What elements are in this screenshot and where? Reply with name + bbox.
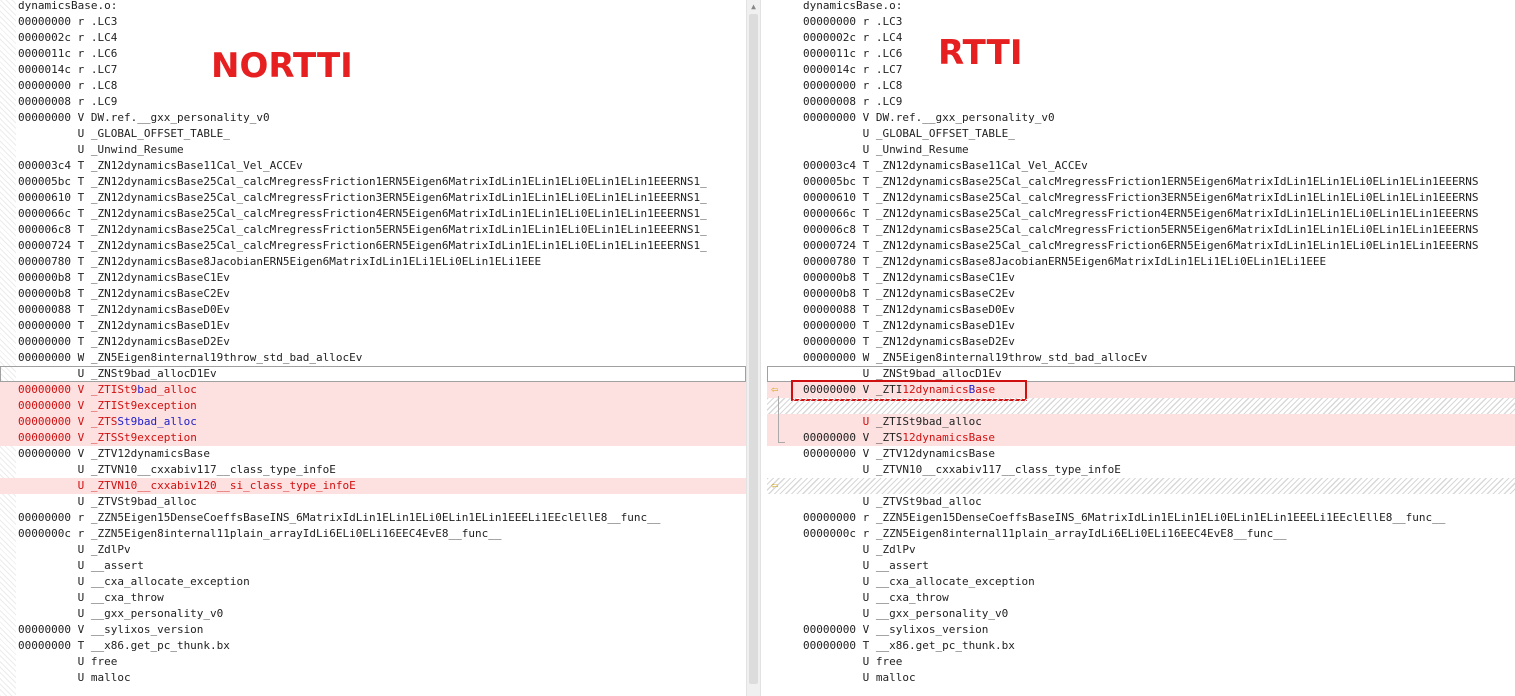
diff-connector-end <box>778 442 785 443</box>
scrollbar-thumb[interactable] <box>749 14 758 684</box>
symbol-line[interactable]: 00000000 V _ZTSSt9bad_alloc <box>0 414 746 430</box>
symbol-line[interactable]: U __gxx_personality_v0 <box>0 606 746 622</box>
symbol-line[interactable]: 00000000 r _ZZN5Eigen15DenseCoeffsBaseIN… <box>0 510 746 526</box>
symbol-line[interactable]: U __cxa_throw <box>0 590 746 606</box>
symbol-line[interactable]: 00000000 V DW.ref.__gxx_personality_v0 <box>767 110 1515 126</box>
symbol-line[interactable]: 00000088 T _ZN12dynamicsBaseD0Ev <box>767 302 1515 318</box>
symbol-line[interactable]: 00000000 r .LC3 <box>0 14 746 30</box>
symbol-line[interactable]: 00000008 r .LC9 <box>767 94 1515 110</box>
symbol-line[interactable]: U _Unwind_Resume <box>767 142 1515 158</box>
symbol-line[interactable]: 000000b8 T _ZN12dynamicsBaseC2Ev <box>767 286 1515 302</box>
symbol-line[interactable]: U _ZTVSt9bad_alloc <box>0 494 746 510</box>
left-vertical-scrollbar[interactable]: ▲ <box>746 0 761 696</box>
symbol-line[interactable]: 00000000 V _ZTISt9bad_alloc <box>0 382 746 398</box>
symbol-line[interactable]: dynamicsBase.o: <box>0 0 746 14</box>
symbol-line[interactable]: 0000002c r .LC4 <box>767 30 1515 46</box>
symbol-line[interactable]: 00000000 V DW.ref.__gxx_personality_v0 <box>0 110 746 126</box>
symbol-line[interactable]: 00000000 r .LC3 <box>767 14 1515 30</box>
symbol-line[interactable]: 00000724 T _ZN12dynamicsBase25Cal_calcMr… <box>767 238 1515 254</box>
symbol-line[interactable]: U _ZTVN10__cxxabiv117__class_type_infoE <box>0 462 746 478</box>
symbol-line[interactable]: U _ZTVN10__cxxabiv120__si_class_type_inf… <box>0 478 746 494</box>
nortti-label: NORTTI <box>211 46 353 86</box>
left-arrow-icon[interactable]: ⇦ <box>771 479 785 491</box>
symbol-line[interactable]: 00000088 T _ZN12dynamicsBaseD0Ev <box>0 302 746 318</box>
filler-line[interactable] <box>767 398 1515 414</box>
symbol-line[interactable]: 00000000 T _ZN12dynamicsBaseD2Ev <box>767 334 1515 350</box>
symbol-line[interactable]: 0000011c r .LC6 <box>767 46 1515 62</box>
symbol-line[interactable]: 00000000 T _ZN12dynamicsBaseD2Ev <box>0 334 746 350</box>
symbol-line[interactable]: U _GLOBAL_OFFSET_TABLE_ <box>767 126 1515 142</box>
symbol-line[interactable]: 00000000 T _ZN12dynamicsBaseD1Ev <box>0 318 746 334</box>
symbol-line[interactable]: 000005bc T _ZN12dynamicsBase25Cal_calcMr… <box>767 174 1515 190</box>
symbol-line[interactable]: 0000000c r _ZZN5Eigen8internal11plain_ar… <box>767 526 1515 542</box>
symbol-line[interactable]: 00000780 T _ZN12dynamicsBase8JacobianERN… <box>767 254 1515 270</box>
symbol-line[interactable]: U _ZdlPv <box>767 542 1515 558</box>
symbol-line[interactable]: U malloc <box>0 670 746 686</box>
symbol-line[interactable]: 0000002c r .LC4 <box>0 30 746 46</box>
symbol-line[interactable]: 00000724 T _ZN12dynamicsBase25Cal_calcMr… <box>0 238 746 254</box>
symbol-line[interactable]: 00000000 W _ZN5Eigen8internal19throw_std… <box>0 350 746 366</box>
symbol-line[interactable]: 00000000 V _ZTSSt9exception <box>0 430 746 446</box>
symbol-line[interactable]: U free <box>767 654 1515 670</box>
symbol-line[interactable]: 0000066c T _ZN12dynamicsBase25Cal_calcMr… <box>767 206 1515 222</box>
symbol-line[interactable]: U _ZTVSt9bad_alloc <box>767 494 1515 510</box>
symbol-line[interactable]: U __gxx_personality_v0 <box>767 606 1515 622</box>
symbol-line[interactable]: 0000014c r .LC7 <box>0 62 746 78</box>
symbol-line[interactable]: 000000b8 T _ZN12dynamicsBaseC1Ev <box>0 270 746 286</box>
symbol-line[interactable]: 00000000 T _ZN12dynamicsBaseD1Ev <box>767 318 1515 334</box>
symbol-line[interactable]: 00000610 T _ZN12dynamicsBase25Cal_calcMr… <box>767 190 1515 206</box>
symbol-line[interactable]: U _Unwind_Resume <box>0 142 746 158</box>
symbol-line[interactable]: 00000000 T __x86.get_pc_thunk.bx <box>0 638 746 654</box>
symbol-line[interactable]: U _GLOBAL_OFFSET_TABLE_ <box>0 126 746 142</box>
diff-connector <box>778 396 779 442</box>
filler-line[interactable] <box>767 478 1515 494</box>
symbol-line[interactable]: U __cxa_throw <box>767 590 1515 606</box>
symbol-line[interactable]: U malloc <box>767 670 1515 686</box>
symbol-line[interactable]: 00000000 V __sylixos_version <box>767 622 1515 638</box>
symbol-line[interactable]: 00000610 T _ZN12dynamicsBase25Cal_calcMr… <box>0 190 746 206</box>
symbol-line[interactable]: 0000066c T _ZN12dynamicsBase25Cal_calcMr… <box>0 206 746 222</box>
symbol-line[interactable]: 00000000 V _ZTI12dynamicsBase <box>767 380 1515 401</box>
symbol-line[interactable]: 00000780 T _ZN12dynamicsBase8JacobianERN… <box>0 254 746 270</box>
symbol-line[interactable]: 00000000 V _ZTS12dynamicsBase <box>767 430 1515 446</box>
symbol-line[interactable]: 000000b8 T _ZN12dynamicsBaseC1Ev <box>767 270 1515 286</box>
symbol-line[interactable]: 000003c4 T _ZN12dynamicsBase11Cal_Vel_AC… <box>0 158 746 174</box>
symbol-line[interactable]: 00000000 W _ZN5Eigen8internal19throw_std… <box>767 350 1515 366</box>
scroll-up-arrow-icon[interactable]: ▲ <box>747 0 760 13</box>
symbol-line[interactable]: 0000000c r _ZZN5Eigen8internal11plain_ar… <box>0 526 746 542</box>
left-arrow-icon[interactable]: ⇦ <box>771 383 785 395</box>
symbol-line[interactable]: 00000000 V _ZTV12dynamicsBase <box>767 446 1515 462</box>
symbol-line[interactable]: U __assert <box>0 558 746 574</box>
symbol-line[interactable]: 000000b8 T _ZN12dynamicsBaseC2Ev <box>0 286 746 302</box>
symbol-line[interactable]: 00000000 V _ZTISt9exception <box>0 398 746 414</box>
symbol-line[interactable]: 00000000 T __x86.get_pc_thunk.bx <box>767 638 1515 654</box>
symbol-line[interactable]: U _ZNSt9bad_allocD1Ev <box>0 366 746 382</box>
symbol-line[interactable]: U __cxa_allocate_exception <box>0 574 746 590</box>
symbol-line[interactable]: 00000008 r .LC9 <box>0 94 746 110</box>
symbol-line[interactable]: 000003c4 T _ZN12dynamicsBase11Cal_Vel_AC… <box>767 158 1515 174</box>
left-diff-pane[interactable]: dynamicsBase.o: 00000000 r .LC3 0000002c r… <box>0 0 746 696</box>
right-diff-pane[interactable]: dynamicsBase.o: 00000000 r .LC3 0000002c r… <box>767 0 1515 696</box>
symbol-line[interactable]: U _ZTVN10__cxxabiv117__class_type_infoE <box>767 462 1515 478</box>
symbol-line[interactable]: 00000000 r .LC8 <box>767 78 1515 94</box>
symbol-line[interactable]: 00000000 V __sylixos_version <box>0 622 746 638</box>
symbol-line[interactable]: U __assert <box>767 558 1515 574</box>
symbol-line[interactable]: 0000011c r .LC6 <box>0 46 746 62</box>
symbol-line[interactable]: U __cxa_allocate_exception <box>767 574 1515 590</box>
symbol-line[interactable]: 00000000 r _ZZN5Eigen15DenseCoeffsBaseIN… <box>767 510 1515 526</box>
symbol-line[interactable]: 0000014c r .LC7 <box>767 62 1515 78</box>
symbol-line[interactable]: 000006c8 T _ZN12dynamicsBase25Cal_calcMr… <box>0 222 746 238</box>
symbol-line[interactable]: U free <box>0 654 746 670</box>
right-lines: dynamicsBase.o: 00000000 r .LC3 0000002c r… <box>767 0 1515 686</box>
left-lines: dynamicsBase.o: 00000000 r .LC3 0000002c r… <box>0 0 746 686</box>
symbol-line[interactable]: 00000000 V _ZTV12dynamicsBase <box>0 446 746 462</box>
symbol-line[interactable]: U _ZdlPv <box>0 542 746 558</box>
symbol-line[interactable]: 000005bc T _ZN12dynamicsBase25Cal_calcMr… <box>0 174 746 190</box>
symbol-line[interactable]: dynamicsBase.o: <box>767 0 1515 14</box>
symbol-line[interactable]: U _ZTISt9bad_alloc <box>767 414 1515 430</box>
symbol-line[interactable]: 00000000 r .LC8 <box>0 78 746 94</box>
symbol-line[interactable]: 000006c8 T _ZN12dynamicsBase25Cal_calcMr… <box>767 222 1515 238</box>
rtti-label: RTTI <box>938 33 1023 73</box>
